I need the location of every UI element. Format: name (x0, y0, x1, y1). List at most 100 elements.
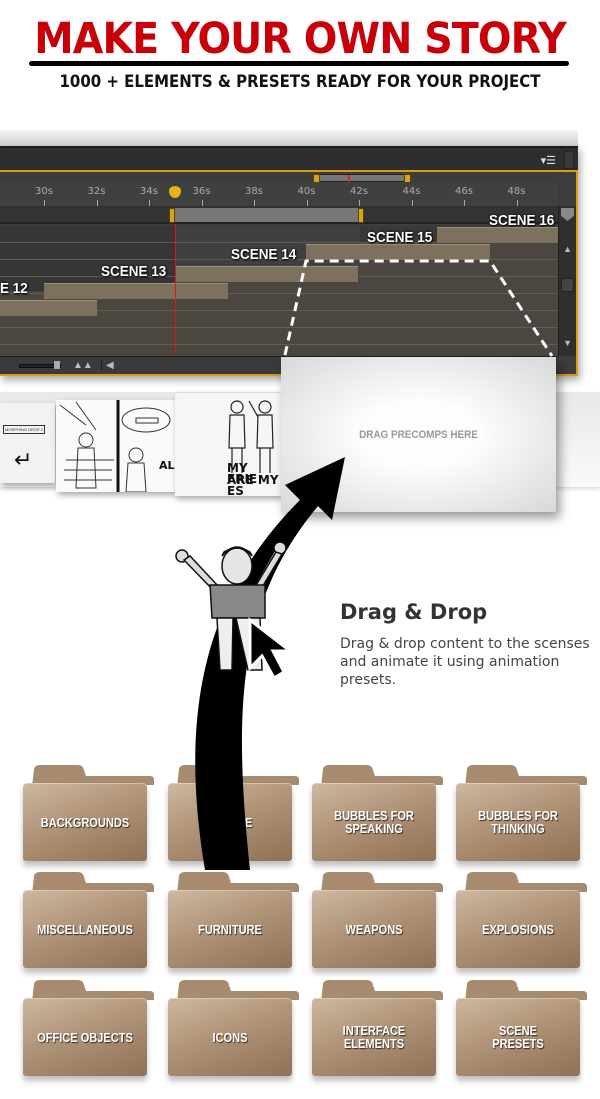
zoom-slider-knob[interactable] (54, 361, 60, 369)
folder-label: OFFICE OBJECTS (37, 1029, 133, 1045)
layer-bar-scene-15[interactable] (306, 244, 490, 260)
drag-drop-description: Drag & drop content to the scenses and a… (340, 636, 590, 688)
navigator-playhead (348, 175, 350, 182)
ruler-tick-label: 46s (455, 186, 473, 197)
comp-marker-icon[interactable] (561, 208, 574, 221)
scene-thumbnail[interactable]: MY FRIE ARE MY ES (175, 393, 281, 496)
work-area-end-handle[interactable] (358, 208, 364, 223)
folder-bubbles-for-speaking[interactable]: BUBBLES FOR SPEAKING (310, 765, 443, 865)
folder-tab (32, 872, 154, 892)
folder-icon: BUBBLES FOR SPEAKING (312, 783, 436, 861)
layer-tracks: SCENE 16 SCENE 15 SCENE 14 SCENE 13 E 12 (0, 212, 558, 356)
folder-tab (321, 980, 443, 1000)
thumbnail-tag: MORPHING DROP 2 (3, 425, 45, 434)
folder-office-objects[interactable]: OFFICE OBJECTS (21, 980, 154, 1080)
ruler-tick-label: 32s (87, 186, 106, 197)
scene-thumbnail[interactable]: ALL (56, 400, 176, 492)
scene-label: SCENE 14 (231, 246, 297, 263)
folder-icon: SCENE PRESETS (456, 998, 580, 1076)
scroll-down-icon[interactable]: ▼ (563, 338, 572, 348)
time-ruler[interactable]: 30s 32s 34s 36s 38s 40s 42s 44s 46s 48s (0, 182, 558, 206)
time-navigator[interactable] (313, 174, 411, 183)
page-title: MAKE YOUR OWN STORY (34, 14, 566, 64)
work-area-bar[interactable] (172, 208, 362, 222)
folder-people[interactable]: PEOPLE (166, 765, 299, 865)
folder-label: ICONS (212, 1029, 248, 1045)
scroll-up-icon[interactable]: ▲ (563, 244, 572, 254)
ruler-tick-label: 42s (350, 186, 368, 197)
folder-label: PEOPLE (207, 814, 253, 830)
timeline-body: 30s 32s 34s 36s 38s 40s 42s 44s 46s 48s (0, 170, 578, 376)
folder-explosions[interactable]: EXPLOSIONS (454, 872, 587, 972)
track-divider (0, 327, 558, 328)
folder-icon: MISCELLANEOUS (23, 890, 147, 968)
ruler-tick-label: 40s (297, 186, 316, 197)
ruler-tick-label: 48s (507, 186, 526, 197)
folder-scene-presets[interactable]: SCENE PRESETS (454, 980, 587, 1080)
folder-label: INTERFACE ELEMENTS (342, 1023, 406, 1051)
ruler-tick-label: 44s (402, 186, 421, 197)
folder-tab (32, 980, 154, 1000)
panel-menu-icon[interactable]: ▾☰ (541, 154, 556, 167)
panel-shadow (0, 130, 578, 146)
comic-panel-illustration (56, 400, 176, 492)
folder-label: MISCELLANEOUS (37, 921, 133, 937)
scene-thumbnail[interactable]: MORPHING DROP 2 ↵ (0, 403, 55, 483)
folder-tab (177, 765, 299, 785)
ruler-tick-label: 34s (140, 186, 158, 197)
folder-interface-elements[interactable]: INTERFACE ELEMENTS (310, 980, 443, 1080)
vertical-scrollbar[interactable]: ▲ ▼ (558, 206, 576, 356)
promo-page: MAKE YOUR OWN STORY 1000 + ELEMENTS & PR… (0, 0, 600, 1099)
folder-tab (465, 980, 587, 1000)
folder-icon: INTERFACE ELEMENTS (312, 998, 436, 1076)
scroll-left-icon[interactable]: ◀ (101, 360, 114, 371)
folder-icon: EXPLOSIONS (456, 890, 580, 968)
folder-icon: BUBBLES FOR THINKING (456, 783, 580, 861)
comic-text: ALL (159, 459, 176, 472)
folder-label: FURNITURE (198, 921, 262, 937)
comic-text-line2: ARE MY ES (227, 473, 279, 496)
folder-label: SCENE PRESETS (492, 1023, 544, 1051)
folder-label: BACKGROUNDS (40, 814, 130, 830)
mountain-icon[interactable]: ▲▲ (73, 360, 93, 371)
scene-label: SCENE 16 (489, 212, 555, 229)
scene-label: SCENE 15 (367, 229, 433, 246)
folder-tab (321, 765, 443, 785)
folder-furniture[interactable]: FURNITURE (166, 872, 299, 972)
layer-bar-scene-13[interactable] (44, 283, 228, 299)
folder-icons[interactable]: ICONS (166, 980, 299, 1080)
track-divider (0, 344, 558, 345)
ruler-tick-label: 38s (245, 186, 263, 197)
playhead-line (175, 224, 176, 354)
folder-tab (177, 980, 299, 1000)
folder-icon: WEAPONS (312, 890, 436, 968)
enter-arrow-icon: ↵ (14, 447, 33, 472)
ruler-tick-label: 36s (192, 186, 211, 197)
folder-icon: FURNITURE (168, 890, 292, 968)
folder-label: WEAPONS (345, 921, 403, 937)
folder-tab (177, 872, 299, 892)
folder-tab (465, 872, 587, 892)
scene-label: SCENE 13 (101, 263, 167, 280)
folder-label: BUBBLES FOR THINKING (478, 808, 558, 836)
work-area-row (0, 206, 558, 224)
folder-icon: PEOPLE (168, 783, 292, 861)
folder-tab (465, 765, 587, 785)
folder-weapons[interactable]: WEAPONS (310, 872, 443, 972)
layer-bar-scene-12[interactable] (0, 300, 97, 316)
precomp-drop-zone[interactable]: DRAG PRECOMPS HERE (281, 357, 556, 512)
folder-label: BUBBLES FOR SPEAKING (334, 808, 414, 836)
scroll-thumb[interactable] (561, 278, 574, 292)
panel-grip-icon[interactable] (564, 151, 574, 169)
folder-miscellaneous[interactable]: MISCELLANEOUS (21, 872, 154, 972)
ruler-tick-label: 30s (35, 186, 53, 197)
drop-zone-label: DRAG PRECOMPS HERE (359, 429, 478, 441)
layer-bar-scene-16[interactable] (437, 227, 558, 243)
folder-bubbles-for-thinking[interactable]: BUBBLES FOR THINKING (454, 765, 587, 865)
folder-tab (32, 765, 154, 785)
folder-backgrounds[interactable]: BACKGROUNDS (21, 765, 154, 865)
panel-header: ▾☰ (0, 146, 578, 170)
layer-bar-scene-14[interactable] (176, 266, 358, 282)
folder-tab (321, 872, 443, 892)
work-area-start-handle[interactable] (169, 208, 175, 223)
